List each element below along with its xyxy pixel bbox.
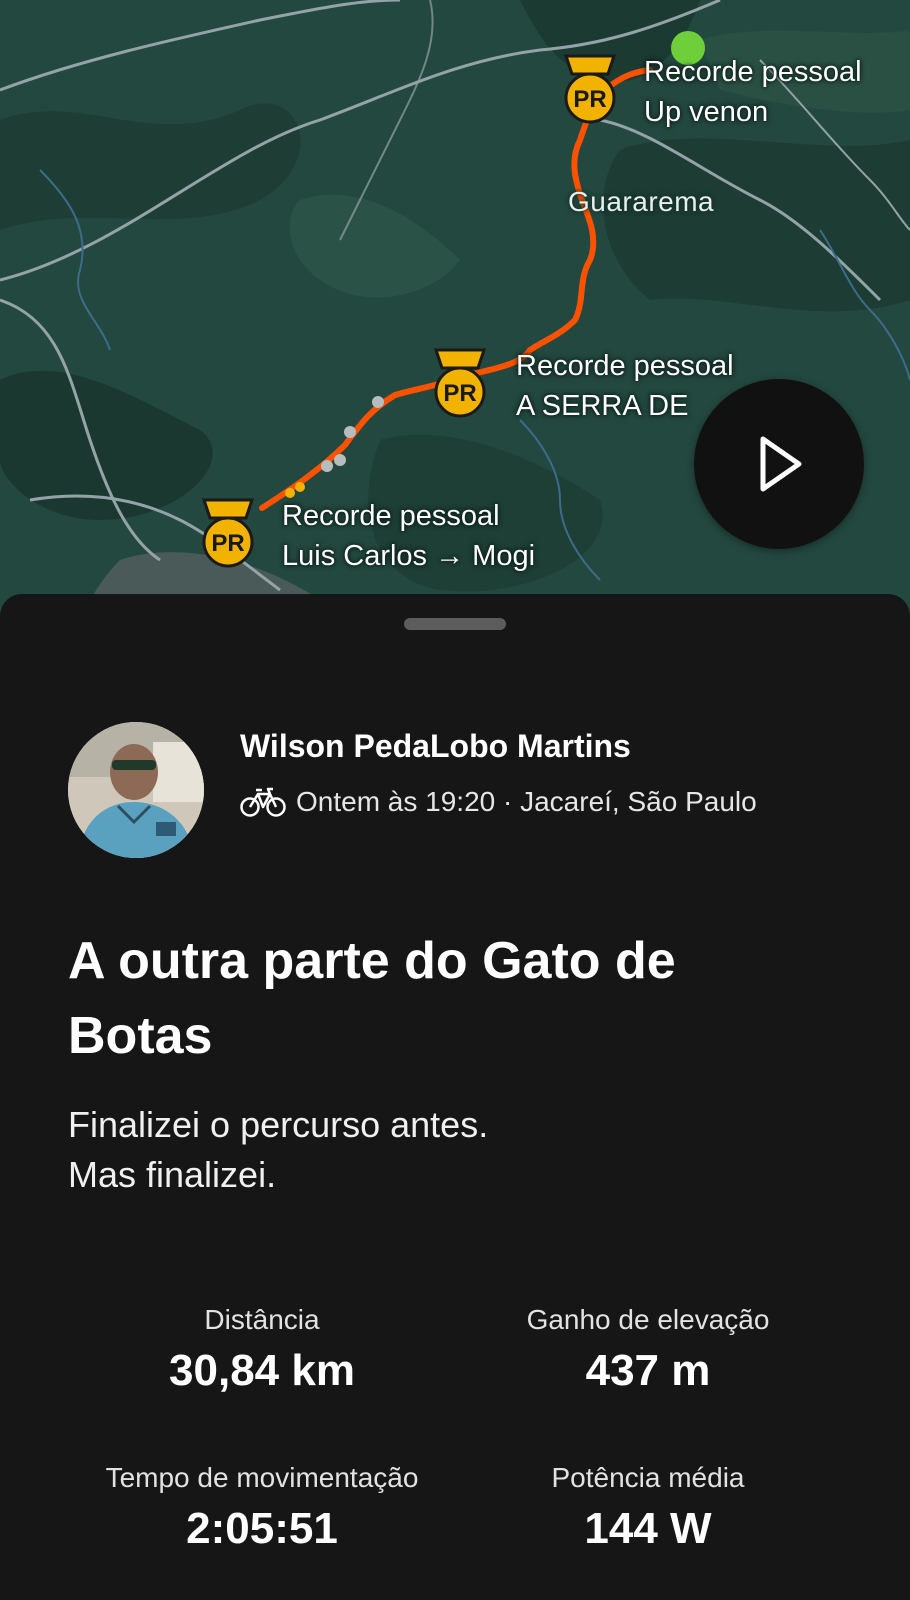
- athlete-name[interactable]: Wilson PedaLobo Martins: [240, 728, 631, 765]
- activity-date-location: Ontem às 19:20 · Jacareí, São Paulo: [296, 786, 757, 817]
- stat-avg-power: Potência média 144 W: [448, 1462, 848, 1554]
- stat-label: Tempo de movimentação: [105, 1462, 419, 1493]
- pr-badge-text: PR: [443, 380, 476, 407]
- pr-label-title: Recorde pessoal: [282, 500, 500, 532]
- pr-label-segment: A SERRA DE: [516, 390, 689, 422]
- stat-label: Potência média: [551, 1462, 745, 1493]
- avatar-photo: [68, 722, 204, 858]
- activity-title: A outra parte do Gato de Botas: [68, 932, 676, 1065]
- stat-value: 144 W: [584, 1504, 712, 1553]
- place-label-guararema: Guararema: [568, 186, 715, 217]
- description-line: Mas finalizei.: [68, 1154, 277, 1195]
- stat-value: 437 m: [585, 1346, 711, 1395]
- play-flyover-button[interactable]: [694, 379, 864, 549]
- stat-value: 2:05:51: [186, 1504, 338, 1553]
- pr-label-segment: Up venon: [644, 96, 769, 128]
- stat-moving-time: Tempo de movimentação 2:05:51: [62, 1462, 462, 1554]
- athlete-avatar[interactable]: [68, 722, 204, 858]
- pr-label-segment: Luis Carlos → Mogi: [282, 540, 536, 572]
- stat-label: Ganho de elevação: [526, 1304, 770, 1335]
- pr-medal-icon: PR: [201, 498, 255, 568]
- pr-label-title: Recorde pessoal: [644, 56, 862, 88]
- bike-icon: [240, 787, 286, 817]
- stat-label: Distância: [204, 1304, 320, 1335]
- play-icon: [760, 436, 802, 492]
- pr-label-a-serra[interactable]: Recorde pessoal A SERRA DE: [516, 346, 734, 426]
- description-line: Finalizei o percurso antes.: [68, 1104, 489, 1145]
- sheet-drag-handle[interactable]: [404, 618, 506, 630]
- pr-label-luis-carlos[interactable]: Recorde pessoal Luis Carlos → Mogi: [282, 496, 535, 576]
- activity-description: Finalizei o percurso antes. Mas finalize…: [68, 1100, 828, 1200]
- activity-meta: Ontem às 19:20 · Jacareí, São Paulo: [240, 786, 757, 818]
- activity-sheet: Wilson PedaLobo Martins Ontem às 19:20 ·…: [0, 594, 910, 1600]
- stat-distance: Distância 30,84 km: [62, 1304, 462, 1396]
- pr-medal-icon: PR: [433, 348, 487, 418]
- pr-label-up-venon[interactable]: Recorde pessoal Up venon: [644, 52, 862, 132]
- stat-elevation-gain: Ganho de elevação 437 m: [448, 1304, 848, 1396]
- pr-label-title: Recorde pessoal: [516, 350, 734, 382]
- stat-value: 30,84 km: [169, 1346, 355, 1395]
- pr-badge-text: PR: [573, 86, 606, 113]
- route-map[interactable]: PR Recorde pessoal Up venon Guararema PR…: [0, 0, 910, 620]
- pr-badge-text: PR: [211, 530, 244, 557]
- pr-medal-icon: PR: [563, 54, 617, 124]
